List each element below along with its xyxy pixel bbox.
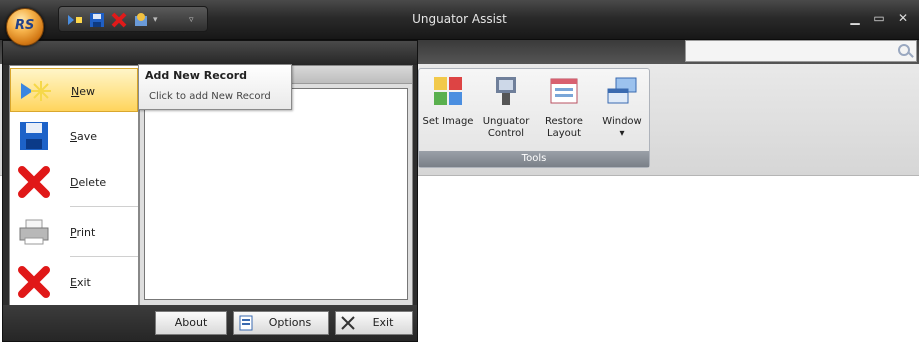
menu-item-new[interactable]: New — [10, 68, 138, 112]
unguator-label-1: Unguator — [482, 116, 530, 127]
tooltip-description: Click to add New Record — [149, 91, 271, 102]
menu-item-label: Print — [70, 226, 96, 239]
restore-layout-icon — [550, 78, 578, 104]
close-icon[interactable]: ✕ — [894, 10, 912, 26]
application-menu-header — [3, 41, 417, 65]
tooltip-new: Add New Record Click to add New Record — [138, 64, 292, 110]
ribbon-group-tools: Set Image Unguator Control Restore Layou… — [418, 68, 650, 168]
menu-item-label: Exit — [70, 276, 91, 289]
menu-item-save[interactable]: Save — [10, 114, 138, 158]
set-image-icon — [434, 77, 462, 105]
app-window: ▾ ▿ Unguator Assist ▁ ▭ ✕ RS Set Image U… — [0, 0, 919, 342]
restore-label-1: Restore — [545, 116, 583, 127]
about-label: About — [174, 316, 208, 329]
window-label-1: Window — [602, 116, 642, 127]
unguator-control-button[interactable]: Unguator Control — [477, 75, 535, 151]
unguator-control-icon — [496, 77, 516, 105]
set-image-label: Set Image — [422, 116, 474, 127]
menu-item-label: New — [71, 85, 95, 98]
tooltip-title: Add New Record — [145, 69, 248, 82]
menu-item-delete[interactable]: Delete — [10, 160, 138, 204]
search-icon[interactable] — [898, 44, 910, 56]
delete-icon — [18, 166, 50, 198]
menu-item-exit[interactable]: Exit — [10, 260, 138, 304]
window-button[interactable]: Window ▾ — [593, 75, 651, 151]
print-icon — [19, 219, 49, 245]
unguator-label-2: Control — [487, 128, 525, 139]
recent-items-list — [144, 88, 408, 300]
menu-item-label: Delete — [70, 176, 107, 189]
new-icon — [21, 81, 51, 101]
about-button[interactable]: About — [155, 311, 227, 335]
exit-label: Exit — [372, 316, 394, 329]
window-icon — [607, 77, 637, 104]
menu-separator — [70, 256, 138, 257]
application-menu-footer: About Options Exit — [3, 305, 417, 341]
group-label-tools: Tools — [419, 151, 649, 167]
options-button[interactable]: Options — [233, 311, 329, 335]
minimize-icon[interactable]: ▁ — [846, 10, 864, 26]
exit-button[interactable]: Exit — [335, 311, 413, 335]
orb-label: RS — [15, 18, 35, 33]
restore-label-2: Layout — [547, 128, 581, 139]
menu-separator — [70, 206, 138, 207]
application-menu-items: New Save Delete Print Exit — [9, 65, 139, 307]
options-label: Options — [268, 316, 312, 329]
title-bar: ▾ ▿ Unguator Assist ▁ ▭ ✕ — [0, 0, 919, 40]
maximize-icon[interactable]: ▭ — [870, 10, 888, 26]
application-orb-button[interactable]: RS — [6, 8, 44, 46]
set-image-button[interactable]: Set Image — [419, 75, 477, 151]
window-dropdown-icon: ▾ — [619, 128, 625, 139]
save-icon — [20, 122, 48, 150]
window-title: Unguator Assist — [412, 12, 507, 26]
restore-layout-button[interactable]: Restore Layout — [535, 75, 593, 151]
search-input[interactable] — [685, 40, 917, 62]
menu-item-print[interactable]: Print — [10, 210, 138, 254]
exit-icon — [18, 266, 50, 298]
menu-item-label: Save — [70, 130, 98, 143]
